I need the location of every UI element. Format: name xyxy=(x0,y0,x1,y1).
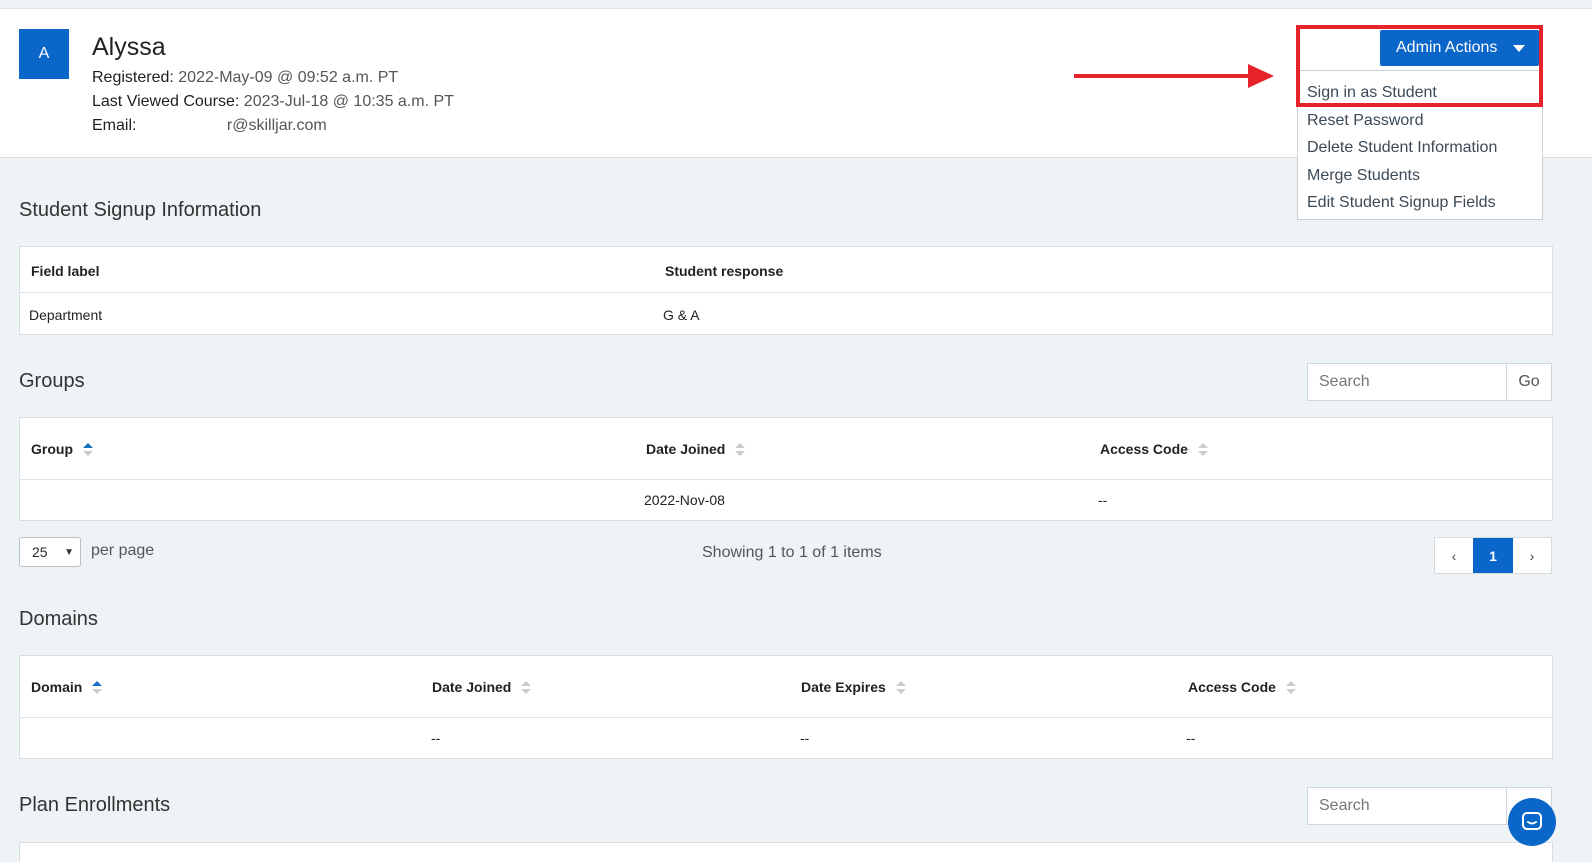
email-label: Email: xyxy=(92,117,137,134)
caret-down-icon xyxy=(1513,45,1525,52)
column-header-group[interactable]: Group xyxy=(31,441,93,457)
pagination: ‹ 1 › xyxy=(1434,537,1552,574)
menu-item-merge-students[interactable]: Merge Students xyxy=(1298,162,1542,190)
menu-item-delete-student-information[interactable]: Delete Student Information xyxy=(1298,134,1542,162)
cell-field-label: Department xyxy=(29,307,103,323)
signup-info-title: Student Signup Information xyxy=(19,199,262,221)
cell-student-response: G & A xyxy=(663,307,700,323)
registered-line: Registered: 2022-May-09 @ 09:52 a.m. PT xyxy=(92,69,398,87)
groups-go-button[interactable]: Go xyxy=(1506,363,1552,401)
red-arrow-annotation xyxy=(1074,64,1274,88)
chevron-down-icon: ▼ xyxy=(64,547,74,558)
column-header-date-expires-label: Date Expires xyxy=(801,679,886,695)
column-header-date-joined-label: Date Joined xyxy=(646,441,726,457)
sort-icon xyxy=(1197,443,1208,457)
plan-enrollments-search-input[interactable]: Search xyxy=(1307,787,1507,825)
registered-label: Registered: xyxy=(92,69,174,86)
admin-actions-button[interactable]: Admin Actions xyxy=(1380,30,1539,66)
cell-access-code: -- xyxy=(1186,730,1196,746)
column-header-date-joined-label: Date Joined xyxy=(432,679,512,695)
plan-enrollments-table xyxy=(19,842,1553,862)
registered-value: 2022-May-09 @ 09:52 a.m. PT xyxy=(178,69,399,86)
previous-page-button[interactable]: ‹ xyxy=(1435,538,1473,573)
chat-icon xyxy=(1522,812,1542,830)
page-1-button[interactable]: 1 xyxy=(1473,538,1513,573)
row-divider xyxy=(20,479,1552,480)
last-viewed-value: 2023-Jul-18 @ 10:35 a.m. PT xyxy=(243,93,454,110)
column-header-domain-label: Domain xyxy=(31,679,83,695)
domains-title: Domains xyxy=(19,608,98,630)
admin-actions-label: Admin Actions xyxy=(1396,39,1498,56)
groups-title: Groups xyxy=(19,370,85,392)
column-header-access-code[interactable]: Access Code xyxy=(1100,441,1208,457)
pagination-summary: Showing 1 to 1 of 1 items xyxy=(702,544,882,561)
avatar: A xyxy=(19,29,69,79)
per-page-label: per page xyxy=(91,542,155,559)
last-viewed-label: Last Viewed Course: xyxy=(92,93,240,110)
domains-table: Domain Date Joined Date Expires Access C… xyxy=(19,655,1553,759)
cell-date-joined: 2022-Nov-08 xyxy=(644,492,725,508)
column-header-access-code-label: Access Code xyxy=(1188,679,1276,695)
menu-item-reset-password[interactable]: Reset Password xyxy=(1298,107,1542,135)
column-header-date-joined[interactable]: Date Joined xyxy=(432,679,532,695)
row-divider xyxy=(20,717,1552,718)
sort-icon xyxy=(895,681,906,695)
signup-info-table: Field label Student response Department … xyxy=(19,246,1553,335)
column-header-field-label: Field label xyxy=(31,263,100,279)
column-header-date-expires[interactable]: Date Expires xyxy=(801,679,906,695)
email-value: r@skilljar.com xyxy=(226,117,327,134)
groups-search-input[interactable]: Search xyxy=(1307,363,1507,401)
sort-ascending-icon xyxy=(83,443,93,457)
column-header-access-code[interactable]: Access Code xyxy=(1188,679,1296,695)
chat-launcher-button[interactable] xyxy=(1508,798,1556,846)
per-page-value: 25 xyxy=(32,544,48,560)
next-page-button[interactable]: › xyxy=(1513,538,1551,573)
plan-enrollments-title: Plan Enrollments xyxy=(19,794,171,816)
sort-icon xyxy=(1285,681,1296,695)
groups-table: Group Date Joined Access Code 2022-Nov-0… xyxy=(19,417,1553,521)
column-header-student-response: Student response xyxy=(665,263,784,279)
email-line: Email: r@skilljar.com xyxy=(92,117,327,135)
cell-date-joined: -- xyxy=(431,730,441,746)
sort-icon xyxy=(735,443,746,457)
column-header-domain[interactable]: Domain xyxy=(31,679,103,695)
per-page-select[interactable]: 25 ▼ xyxy=(19,537,81,567)
sort-icon xyxy=(521,681,532,695)
cell-access-code: -- xyxy=(1098,492,1108,508)
menu-item-edit-student-signup-fields[interactable]: Edit Student Signup Fields xyxy=(1298,189,1542,217)
column-header-date-joined[interactable]: Date Joined xyxy=(646,441,746,457)
sort-ascending-icon xyxy=(92,681,103,695)
row-divider xyxy=(20,292,1552,293)
column-header-access-code-label: Access Code xyxy=(1100,441,1188,457)
student-name: Alyssa xyxy=(92,33,166,61)
cell-date-expires: -- xyxy=(800,730,810,746)
column-header-group-label: Group xyxy=(31,441,73,457)
last-viewed-line: Last Viewed Course: 2023-Jul-18 @ 10:35 … xyxy=(92,93,454,111)
